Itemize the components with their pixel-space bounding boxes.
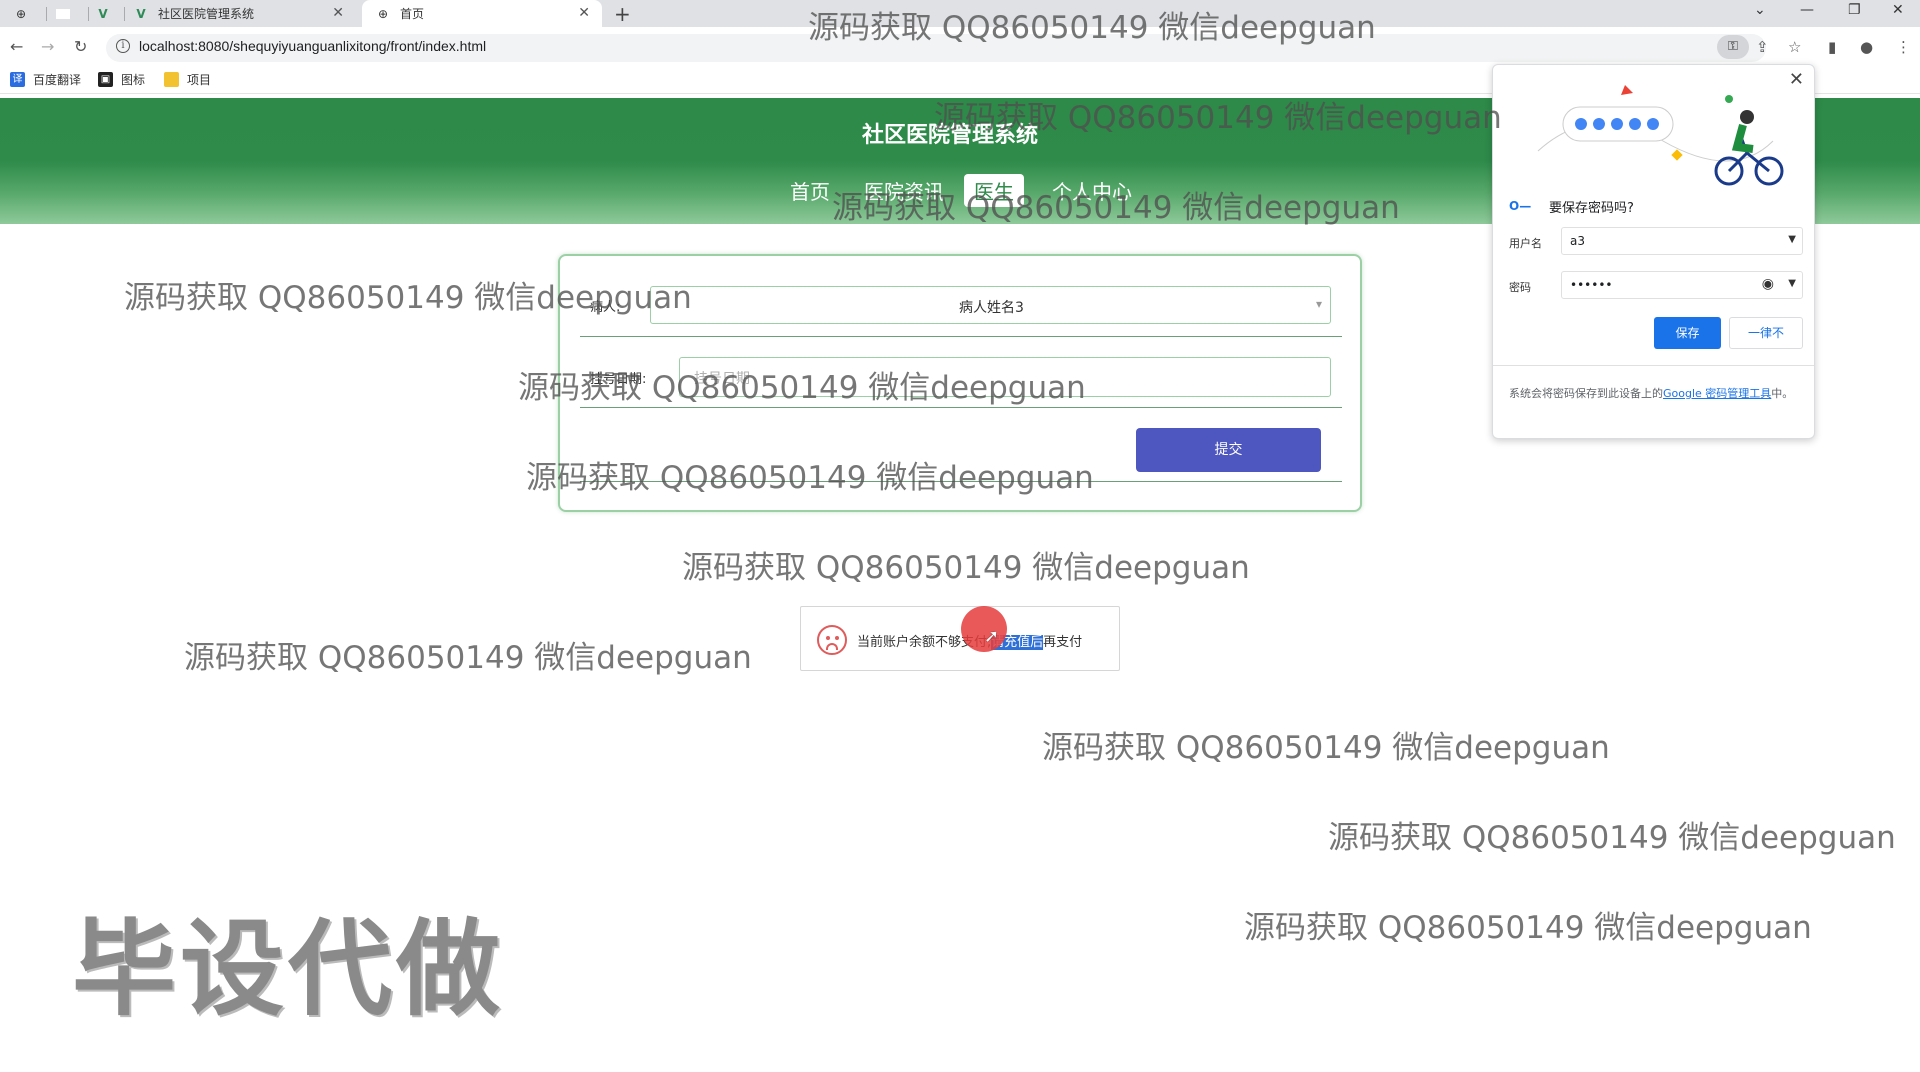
sad-face-icon <box>817 625 847 655</box>
username-field[interactable]: a3 ▼ <box>1561 227 1803 255</box>
close-icon[interactable]: ✕ <box>578 5 590 21</box>
chevron-down-icon: ▾ <box>1315 297 1322 311</box>
tab-home[interactable]: ⊕ 首页 ✕ <box>362 0 602 27</box>
bookmark-baidu-translate[interactable]: 译 百度翻译 <box>10 71 81 88</box>
watermark: 源码获取 QQ86050149 微信deepguan <box>124 280 692 316</box>
star-icon[interactable]: ☆ <box>1788 38 1801 56</box>
nav-home[interactable]: 首页 <box>790 176 830 205</box>
divider <box>1493 365 1814 366</box>
globe-icon: ⊕ <box>377 6 389 21</box>
info-icon[interactable]: i <box>116 39 130 53</box>
watermark: 源码获取 QQ86050149 微信deepguan <box>682 550 1250 586</box>
never-button[interactable]: 一律不 <box>1729 317 1803 349</box>
tab-label: 社区医院管理系统 <box>158 7 255 21</box>
vue-icon: V <box>98 6 108 21</box>
big-watermark: 毕设代做 <box>72 908 505 1030</box>
illustration-icon <box>1537 85 1784 186</box>
tab-2[interactable] <box>56 0 86 27</box>
chevron-down-icon[interactable]: ⌄ <box>1754 2 1766 18</box>
tab-1[interactable]: ⊕ <box>14 0 44 27</box>
back-arrow-icon[interactable]: ← <box>10 37 23 56</box>
menu-icon[interactable]: ⋮ <box>1896 38 1911 56</box>
window-close-button[interactable]: ✕ <box>1892 2 1904 18</box>
watermark: 源码获取 QQ86050149 微信deepguan <box>184 640 752 676</box>
save-password-button[interactable]: 保存 <box>1654 317 1721 349</box>
cursor-icon: ➚ <box>984 626 1000 647</box>
watermark: 源码获取 QQ86050149 微信deepguan <box>832 190 1400 226</box>
key-icon: O— <box>1509 199 1532 213</box>
eye-icon[interactable]: ◉ <box>1762 276 1774 292</box>
password-field[interactable]: •••••• ◉ ▼ <box>1561 271 1803 299</box>
bookmark-projects[interactable]: 项目 <box>164 71 211 88</box>
folder-icon <box>164 72 179 87</box>
profile-icon[interactable]: ● <box>1860 38 1873 56</box>
watermark: 源码获取 QQ86050149 微信deepguan <box>1244 910 1812 946</box>
username-label: 用户名 <box>1509 237 1542 250</box>
popup-title: 要保存密码吗? <box>1549 201 1634 216</box>
bookmark-icons[interactable]: ▣ 图标 <box>98 71 145 88</box>
password-label: 密码 <box>1509 281 1531 294</box>
watermark: 源码获取 QQ86050149 微信deepguan <box>526 460 1094 496</box>
patient-select-value: 病人姓名3 <box>959 300 1024 316</box>
dropdown-arrow-icon[interactable]: ▼ <box>1788 234 1796 245</box>
key-icon[interactable]: ⚿ <box>1717 35 1749 59</box>
watermark: 源码获取 QQ86050149 微信deepguan <box>518 370 1086 406</box>
reload-icon[interactable]: ↻ <box>74 37 87 56</box>
divider <box>580 336 1342 337</box>
divider <box>580 407 1342 408</box>
password-manager-link[interactable]: Google 密码管理工具 <box>1663 387 1771 400</box>
tab-label: 首页 <box>400 7 425 21</box>
minimize-button[interactable]: — <box>1800 2 1814 18</box>
vue-icon: V <box>136 6 146 21</box>
save-password-popup: ✕ O— 要保存密码吗? 用户名 a3 ▼ 密码 •••••• ◉ ▼ 保存 一… <box>1492 64 1815 439</box>
watermark: 源码获取 QQ86050149 微信deepguan <box>808 10 1376 46</box>
image-icon: ▣ <box>98 72 113 87</box>
restore-button[interactable]: ❐ <box>1848 2 1861 18</box>
share-icon[interactable]: ⇪ <box>1756 38 1769 56</box>
side-panel-icon[interactable]: ▮ <box>1828 38 1836 56</box>
watermark: 源码获取 QQ86050149 微信deepguan <box>1042 730 1610 766</box>
tab-community-hospital[interactable]: V 社区医院管理系统 ✕ <box>134 0 356 27</box>
new-tab-button[interactable]: + <box>614 2 631 26</box>
username-value: a3 <box>1570 234 1585 248</box>
tab-3[interactable]: V <box>96 0 126 27</box>
forward-arrow-icon[interactable]: → <box>41 37 54 56</box>
submit-button[interactable]: 提交 <box>1136 428 1321 472</box>
blank-page-icon <box>56 8 70 19</box>
close-icon[interactable]: ✕ <box>332 5 344 21</box>
screen: ⊕ V V 社区医院管理系统 ✕ ⊕ 首页 ✕ + ⌄ — ❐ ✕ ← → ↻ … <box>0 0 1920 1072</box>
globe-icon: ⊕ <box>15 6 27 21</box>
password-value: •••••• <box>1570 278 1613 292</box>
watermark: 源码获取 QQ86050149 微信deepguan <box>934 100 1502 136</box>
dropdown-arrow-icon[interactable]: ▼ <box>1788 278 1796 289</box>
translate-icon: 译 <box>10 72 25 87</box>
watermark: 源码获取 QQ86050149 微信deepguan <box>1328 820 1896 856</box>
url-text[interactable]: localhost:8080/shequyiyuanguanlixitong/f… <box>139 38 486 54</box>
patient-select[interactable]: 病人姓名3 ▾ <box>650 286 1331 324</box>
popup-footer: 系统会将密码保存到此设备上的Google 密码管理工具中。 <box>1509 387 1794 400</box>
error-toast: 当前账户余额不够支付,请充值后再支付 <box>800 606 1120 671</box>
